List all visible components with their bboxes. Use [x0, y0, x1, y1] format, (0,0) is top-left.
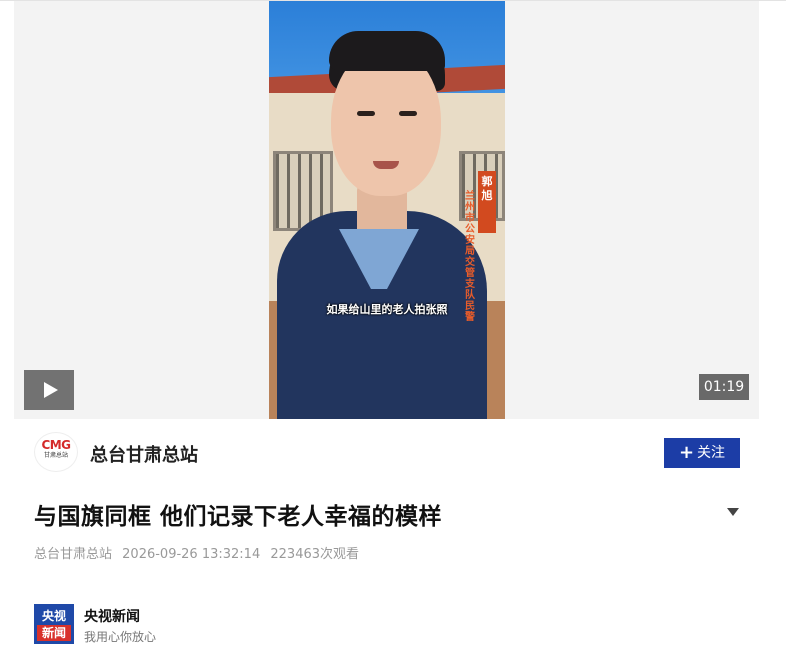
channel-name[interactable]: 总台甘肃总站: [90, 441, 198, 467]
channel-avatar[interactable]: CMG 甘肃总站: [34, 432, 78, 472]
follow-label: 关注: [697, 445, 726, 461]
logo-line2: 新闻: [37, 625, 71, 641]
expand-chevron-icon[interactable]: [727, 508, 739, 516]
cctv-news-logo: 央视 新闻: [34, 604, 74, 644]
related-channel-desc: 我用心你放心: [84, 630, 157, 644]
cmg-logo-sub: 甘肃总站: [43, 452, 68, 459]
play-icon: [43, 382, 58, 398]
video-title: 与国旗同框 他们记录下老人幸福的模样: [34, 504, 443, 530]
video-player[interactable]: 郭旭 兰州市公安局交管支队民警 如果给山里的老人拍张照 01:19: [14, 1, 759, 419]
video-person-eye: [357, 111, 375, 116]
plus-icon: +: [678, 442, 695, 463]
video-subtitle: 如果给山里的老人拍张照: [326, 303, 448, 316]
video-duration: 01:19: [699, 374, 749, 400]
cmg-logo-text: CMG: [41, 438, 71, 452]
related-channel-name[interactable]: 央视新闻: [84, 606, 140, 626]
video-person-eye: [399, 111, 417, 116]
meta-datetime: 2026-09-26 13:32:14: [122, 547, 261, 562]
meta-views: 223463次观看: [270, 547, 360, 562]
meta-source: 总台甘肃总站: [34, 547, 113, 562]
channel-header: CMG 甘肃总站 总台甘肃总站 + 关注: [34, 432, 740, 472]
video-person-hair-top: [329, 31, 445, 71]
related-channel[interactable]: 央视 新闻 央视新闻 我用心你放心: [34, 604, 334, 646]
video-name-tag: 郭旭: [478, 171, 496, 233]
video-person-mouth: [373, 161, 399, 169]
follow-button[interactable]: + 关注: [664, 438, 740, 468]
video-frame[interactable]: 郭旭 兰州市公安局交管支队民警 如果给山里的老人拍张照: [269, 1, 505, 419]
video-meta: 总台甘肃总站 2026-09-26 13:32:14 223463次观看: [34, 543, 365, 562]
logo-line1: 央视: [41, 609, 66, 623]
play-button[interactable]: [24, 370, 74, 410]
